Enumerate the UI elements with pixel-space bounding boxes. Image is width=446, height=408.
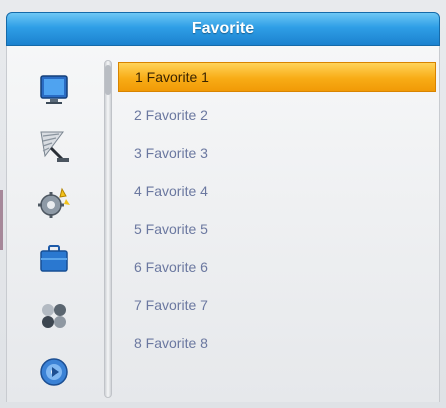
list-item[interactable]: 4 Favorite 4 <box>118 176 436 206</box>
list-item[interactable]: 2 Favorite 2 <box>118 100 436 130</box>
media-disc-icon[interactable] <box>32 352 76 392</box>
favorite-list: 1 Favorite 1 2 Favorite 2 3 Favorite 3 4… <box>118 60 438 380</box>
satellite-dish-icon[interactable] <box>32 126 76 166</box>
list-item[interactable]: 6 Favorite 6 <box>118 252 436 282</box>
scrollbar[interactable] <box>104 60 112 398</box>
list-item[interactable]: 7 Favorite 7 <box>118 290 436 320</box>
list-item[interactable]: 3 Favorite 3 <box>118 138 436 168</box>
title-bar: Favorite <box>6 12 440 46</box>
sidebar <box>14 60 96 400</box>
list-item[interactable]: 5 Favorite 5 <box>118 214 436 244</box>
settings-gear-icon[interactable] <box>32 184 76 224</box>
scrollbar-thumb[interactable] <box>105 65 111 95</box>
list-item[interactable]: 1 Favorite 1 <box>118 62 436 92</box>
tv-monitor-icon[interactable] <box>32 70 76 110</box>
page-title: Favorite <box>191 20 255 37</box>
window-edge <box>0 190 3 250</box>
toolbox-icon[interactable] <box>32 238 76 278</box>
list-item[interactable]: 8 Favorite 8 <box>118 328 436 358</box>
game-balls-icon[interactable] <box>32 296 76 336</box>
